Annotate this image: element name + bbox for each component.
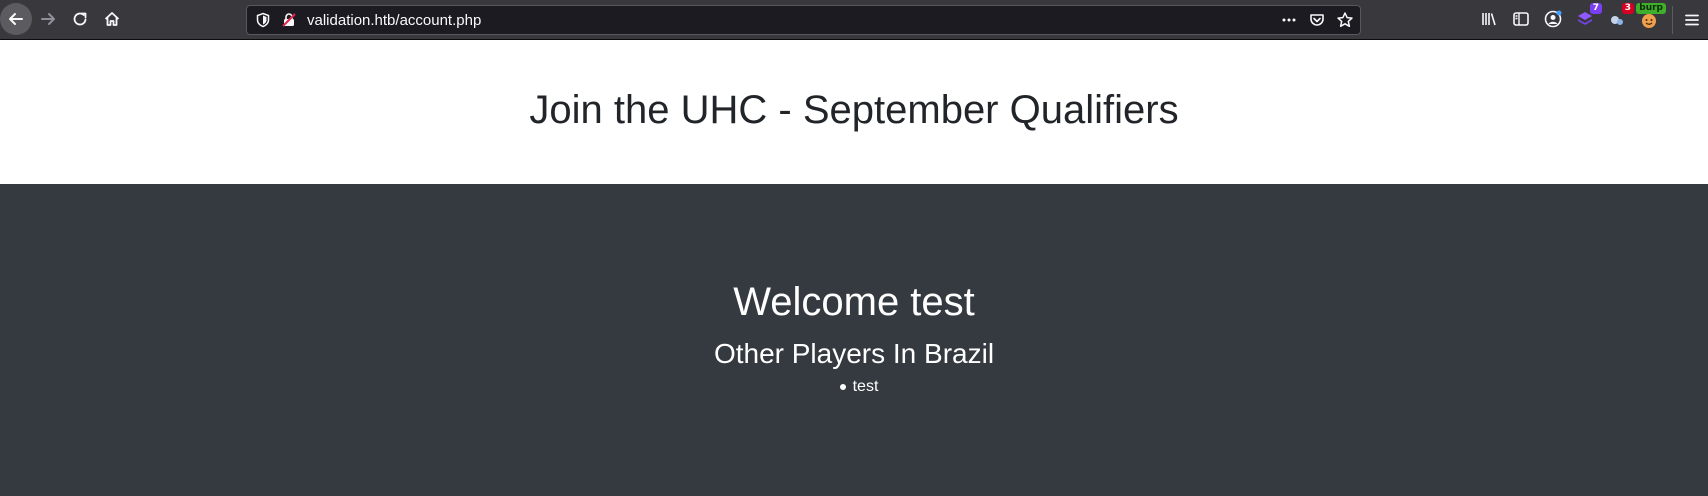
list-item: test bbox=[10, 378, 1708, 396]
url-text[interactable]: validation.htb/account.php bbox=[307, 12, 481, 29]
page-title: Join the UHC - September Qualifiers bbox=[529, 88, 1179, 132]
page-header: Join the UHC - September Qualifiers bbox=[0, 40, 1708, 184]
sidebar-icon[interactable] bbox=[1510, 8, 1532, 30]
browser-toolbar: validation.htb/account.php 7 3 burp bbox=[0, 0, 1708, 40]
star-icon[interactable] bbox=[1336, 11, 1354, 29]
reload-button[interactable] bbox=[64, 3, 96, 35]
player-name: test bbox=[852, 378, 879, 395]
home-button[interactable] bbox=[96, 3, 128, 35]
ellipsis-icon[interactable] bbox=[1280, 11, 1298, 29]
insecure-lock-icon[interactable] bbox=[281, 12, 297, 33]
arrow-left-icon bbox=[9, 13, 23, 25]
toolbar-separator bbox=[1672, 6, 1673, 34]
hamburger-menu-icon[interactable] bbox=[1682, 10, 1702, 30]
home-icon bbox=[104, 12, 120, 26]
account-icon[interactable] bbox=[1542, 8, 1564, 30]
players-heading: Other Players In Brazil bbox=[713, 338, 995, 369]
welcome-heading: Welcome test bbox=[733, 280, 975, 324]
reload-icon bbox=[73, 12, 87, 26]
back-button[interactable] bbox=[0, 3, 32, 35]
extension-puzzle-icon[interactable]: 3 bbox=[1606, 3, 1634, 30]
library-icon[interactable] bbox=[1478, 8, 1500, 30]
pocket-icon[interactable] bbox=[1308, 11, 1326, 29]
shield-icon[interactable] bbox=[255, 12, 271, 33]
players-list: test bbox=[0, 378, 1708, 396]
url-bar[interactable]: validation.htb/account.php bbox=[246, 5, 1361, 35]
url-actions bbox=[1280, 11, 1354, 29]
account-section: Welcome test Other Players In Brazil tes… bbox=[0, 184, 1708, 496]
bullet-icon bbox=[839, 384, 846, 390]
toolbar-right-icons: 7 3 burp bbox=[1478, 3, 1666, 30]
forward-button[interactable] bbox=[32, 3, 64, 35]
extension-purple-icon[interactable]: 7 bbox=[1574, 3, 1602, 30]
burp-extension-icon[interactable]: burp bbox=[1636, 3, 1666, 30]
arrow-right-icon bbox=[41, 13, 55, 25]
